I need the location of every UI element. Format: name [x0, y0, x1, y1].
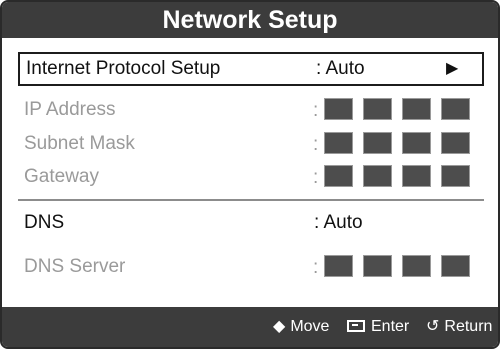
dns-server-label: DNS Server	[24, 256, 126, 277]
network-setup-dialog: Network Setup Internet Protocol Setup : …	[0, 0, 500, 349]
move-hint: ◆ Move	[273, 307, 329, 347]
dns-value: : Auto	[314, 212, 363, 233]
gateway-octet-2	[363, 165, 392, 187]
gateway-colon: :	[313, 167, 319, 188]
ip-octet-4	[441, 98, 470, 120]
subnet-octet-2	[363, 132, 392, 154]
subnet-mask-label: Subnet Mask	[24, 133, 135, 154]
ip-address-colon: :	[313, 100, 319, 121]
internet-protocol-setup-label: Internet Protocol Setup	[26, 58, 221, 79]
internet-protocol-setup-value: : Auto	[316, 58, 365, 79]
subnet-octet-1	[324, 132, 353, 154]
gateway-octet-4	[441, 165, 470, 187]
return-hint: ↺ Return	[426, 307, 492, 347]
ip-octet-3	[402, 98, 431, 120]
gateway-row: Gateway :	[18, 162, 484, 192]
gateway-label: Gateway	[24, 166, 99, 187]
subnet-mask-colon: :	[313, 134, 319, 155]
subnet-octet-4	[441, 132, 470, 154]
ip-octet-1	[324, 98, 353, 120]
dns-server-row: DNS Server :	[18, 252, 484, 282]
dns-octet-3	[402, 255, 431, 277]
dns-row[interactable]: DNS : Auto	[18, 208, 484, 238]
enter-label: Enter	[371, 318, 410, 335]
dns-octet-2	[363, 255, 392, 277]
gateway-octet-3	[402, 165, 431, 187]
gateway-octet-1	[324, 165, 353, 187]
submenu-arrow-icon[interactable]: ▶	[446, 54, 458, 84]
ip-address-row: IP Address :	[18, 95, 484, 125]
move-label: Move	[290, 318, 330, 335]
subnet-mask-row: Subnet Mask :	[18, 129, 484, 159]
dialog-title: Network Setup	[2, 2, 498, 38]
section-divider	[18, 199, 484, 201]
enter-icon	[347, 320, 365, 332]
move-arrows-icon: ◆	[273, 318, 286, 335]
return-label: Return	[444, 318, 493, 335]
return-icon: ↺	[426, 318, 440, 335]
footer-help-bar: ◆ Move Enter ↺ Return	[2, 307, 498, 347]
dns-octet-1	[324, 255, 353, 277]
internet-protocol-setup-row[interactable]: Internet Protocol Setup : Auto ▶	[18, 52, 484, 86]
dns-label: DNS	[24, 212, 65, 233]
dns-server-colon: :	[313, 257, 319, 278]
ip-address-label: IP Address	[24, 99, 116, 120]
enter-hint: Enter	[347, 307, 409, 347]
ip-octet-2	[363, 98, 392, 120]
subnet-octet-3	[402, 132, 431, 154]
dns-octet-4	[441, 255, 470, 277]
